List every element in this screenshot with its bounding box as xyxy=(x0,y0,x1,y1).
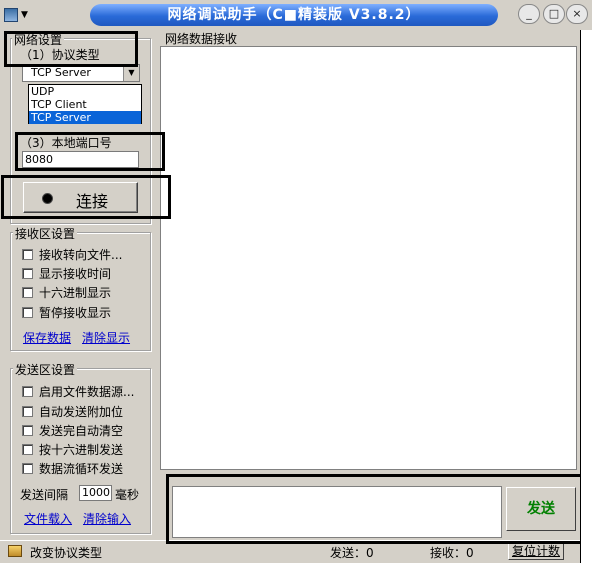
checkbox[interactable] xyxy=(22,287,33,298)
recv-option-hex[interactable]: 十六进制显示 xyxy=(22,284,111,301)
recv-option-label: 十六进制显示 xyxy=(39,286,112,300)
recv-option-label: 接收转向文件... xyxy=(39,248,123,262)
checkbox[interactable] xyxy=(22,444,33,455)
recv-option-label: 显示接收时间 xyxy=(39,267,112,281)
save-data-link[interactable]: 保存数据 xyxy=(23,329,71,346)
recv-option-to-file[interactable]: 接收转向文件... xyxy=(22,246,122,263)
send-option-label: 数据流循环发送 xyxy=(39,462,124,476)
system-menu[interactable]: ▼ xyxy=(4,6,40,24)
send-option-label: 启用文件数据源... xyxy=(39,385,135,399)
maximize-button[interactable]: □ xyxy=(543,4,565,24)
send-option-label: 发送完自动清空 xyxy=(39,424,124,438)
title-bar: ▼ 网络调试助手（C■精装版 V3.8.2） _ □ × xyxy=(0,0,592,30)
recv-data-area[interactable] xyxy=(160,46,577,470)
background-window-edge xyxy=(580,30,592,563)
send-count: 发送：0 xyxy=(330,546,374,560)
recv-option-show-time[interactable]: 显示接收时间 xyxy=(22,265,111,282)
highlight-connect xyxy=(1,175,171,219)
recv-option-label: 暂停接收显示 xyxy=(39,306,112,320)
protocol-select-value: TCP Server xyxy=(31,66,91,79)
reset-count-button[interactable]: 复位计数 xyxy=(508,543,564,560)
clear-input-link[interactable]: 清除输入 xyxy=(83,510,131,527)
send-option-auto-clear[interactable]: 发送完自动清空 xyxy=(22,422,123,439)
checkbox[interactable] xyxy=(22,307,33,318)
recv-area-title: 网络数据接收 xyxy=(163,30,240,47)
minimize-button[interactable]: _ xyxy=(518,4,540,24)
app-icon xyxy=(4,8,18,22)
protocol-option-udp[interactable]: UDP xyxy=(29,85,141,98)
protocol-dropdown: UDP TCP Client TCP Server xyxy=(28,84,142,124)
recv-settings-title: 接收区设置 xyxy=(13,225,78,242)
checkbox[interactable] xyxy=(22,249,33,260)
checkbox[interactable] xyxy=(22,425,33,436)
chevron-down-icon: ▼ xyxy=(21,10,28,20)
send-settings-title: 发送区设置 xyxy=(13,361,78,378)
send-option-loop[interactable]: 数据流循环发送 xyxy=(22,460,123,477)
checkbox[interactable] xyxy=(22,406,33,417)
send-option-label: 按十六进制发送 xyxy=(39,443,124,457)
recv-option-pause[interactable]: 暂停接收显示 xyxy=(22,304,111,321)
interval-input[interactable]: 1000 xyxy=(79,485,112,501)
chevron-down-icon[interactable]: ▼ xyxy=(123,65,139,81)
checkbox[interactable] xyxy=(22,386,33,397)
status-icon xyxy=(8,545,22,557)
send-option-file-source[interactable]: 启用文件数据源... xyxy=(22,383,134,400)
clear-display-link[interactable]: 清除显示 xyxy=(82,329,130,346)
status-message: 改变协议类型 xyxy=(30,546,103,560)
file-load-link[interactable]: 文件载入 xyxy=(24,510,72,527)
main-window: ▼ 网络调试助手（C■精装版 V3.8.2） _ □ × 网络设置 （1）协议类… xyxy=(0,0,592,563)
send-option-hex[interactable]: 按十六进制发送 xyxy=(22,441,123,458)
highlight-send xyxy=(166,474,588,544)
checkbox[interactable] xyxy=(22,268,33,279)
protocol-option-tcp-client[interactable]: TCP Client xyxy=(29,98,141,111)
send-option-label: 自动发送附加位 xyxy=(39,405,124,419)
highlight-port xyxy=(15,132,165,171)
interval-label: 发送间隔 xyxy=(20,488,69,502)
checkbox[interactable] xyxy=(22,463,33,474)
recv-count: 接收：0 xyxy=(430,546,474,560)
interval-unit: 毫秒 xyxy=(115,488,140,502)
window-title: 网络调试助手（C■精装版 V3.8.2） xyxy=(90,4,498,26)
highlight-protocol xyxy=(4,31,138,67)
close-button[interactable]: × xyxy=(566,4,588,24)
protocol-option-tcp-server[interactable]: TCP Server xyxy=(29,111,141,124)
send-option-append[interactable]: 自动发送附加位 xyxy=(22,403,123,420)
